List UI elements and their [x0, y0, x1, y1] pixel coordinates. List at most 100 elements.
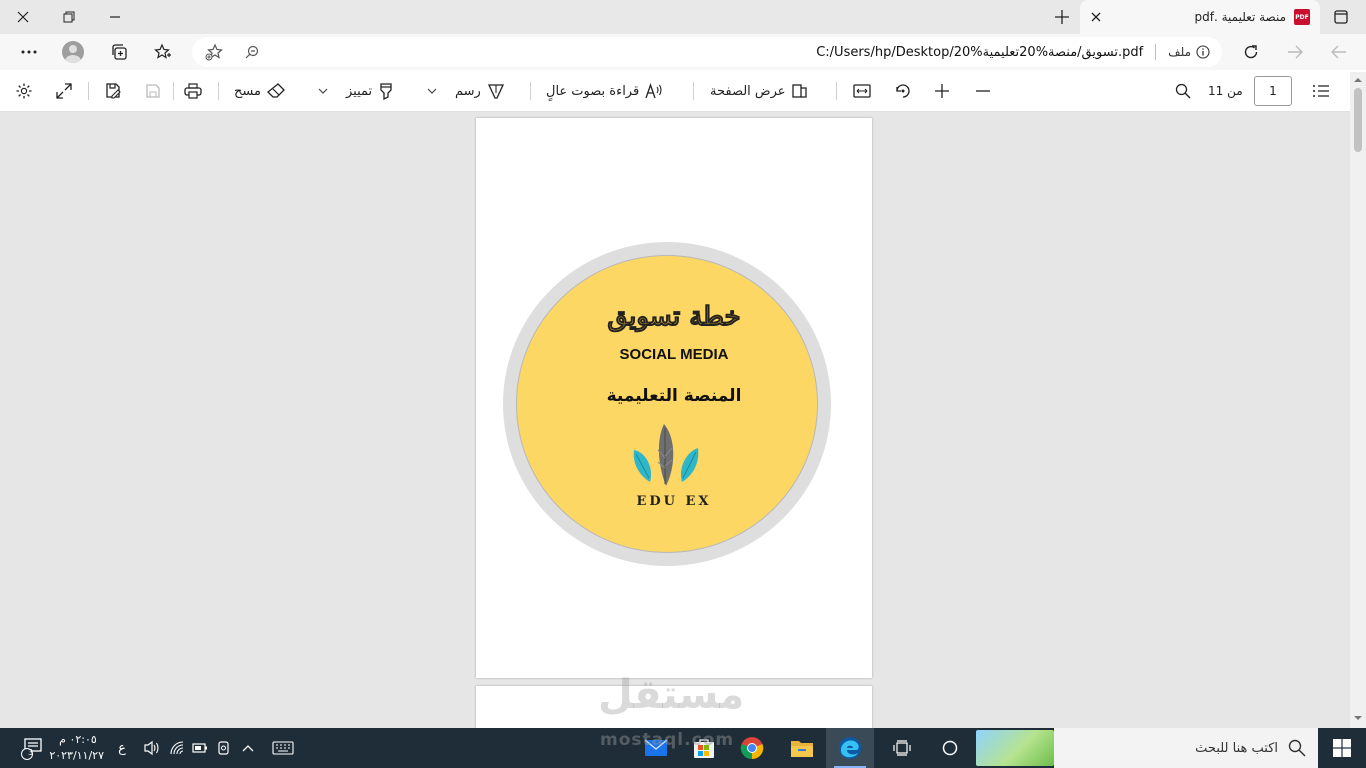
- refresh-icon: [1244, 45, 1258, 59]
- pdf-settings-button[interactable]: [11, 79, 37, 103]
- action-center-button[interactable]: 3: [12, 728, 52, 768]
- taskbar-search[interactable]: اكتب هنا للبحث: [1054, 728, 1318, 768]
- favorites-button[interactable]: [148, 38, 178, 66]
- file-label: ملف: [1168, 45, 1191, 59]
- folder-icon: [791, 741, 813, 757]
- battery-button[interactable]: [188, 728, 212, 768]
- draw-button[interactable]: رسم: [455, 79, 505, 103]
- tab-actions-button[interactable]: [1328, 5, 1354, 29]
- tab-actions-icon: [1334, 10, 1348, 24]
- zoom-in-button[interactable]: [929, 79, 955, 103]
- highlight-button[interactable]: تمييز: [346, 79, 394, 103]
- watermark-arabic: مستقل: [598, 672, 745, 718]
- page-view-button[interactable]: عرض الصفحة: [710, 79, 808, 103]
- clock[interactable]: ٠٢:٠٥ م ٢٠٢٣/١١/٢٧: [49, 732, 104, 764]
- avatar: [62, 41, 84, 63]
- read-aloud-button[interactable]: قراءة بصوت عالٍ: [546, 79, 663, 103]
- scrollbar-thumb[interactable]: [1354, 88, 1362, 152]
- taskbar-chrome[interactable]: [728, 728, 776, 768]
- full-screen-button[interactable]: [51, 79, 77, 103]
- tab-close-button[interactable]: [1086, 7, 1106, 27]
- restore-icon: [63, 11, 75, 23]
- input-language-button[interactable]: ع: [110, 728, 134, 768]
- keyboard-icon: [272, 741, 294, 755]
- add-favorite-button[interactable]: [202, 42, 226, 62]
- scroll-up-icon[interactable]: [1354, 76, 1362, 84]
- pdf-viewer[interactable]: خطة تسويق SOCIAL MEDIA المنصة التعليمية …: [0, 112, 1366, 728]
- erase-label: مسح: [234, 83, 261, 99]
- save-icon: [146, 84, 160, 98]
- page-count: من 11: [1208, 84, 1243, 98]
- show-hidden-icons-button[interactable]: [236, 728, 260, 768]
- collections-button[interactable]: [104, 38, 134, 66]
- save-button[interactable]: [140, 79, 166, 103]
- refresh-button[interactable]: [1236, 38, 1266, 66]
- zoom-out-icon: [245, 45, 259, 59]
- new-tab-button[interactable]: [1050, 5, 1074, 29]
- toolbar-separator: [530, 82, 531, 100]
- url-text[interactable]: C:/Users/hp/Desktop/20%تسويق/منصة%20تعلي…: [816, 45, 1143, 60]
- tab-pdf[interactable]: PDF منصة تعليمية .pdf: [1080, 0, 1320, 34]
- toolbar-separator: [88, 82, 89, 100]
- notification-count: 3: [28, 748, 34, 757]
- read-aloud-label: قراءة بصوت عالٍ: [546, 83, 640, 99]
- zoom-out-button[interactable]: [970, 79, 996, 103]
- draw-options-button[interactable]: [419, 79, 445, 103]
- window-minimize-button[interactable]: [92, 0, 138, 34]
- page-view-label: عرض الصفحة: [710, 83, 786, 99]
- touch-keyboard-button[interactable]: [266, 728, 300, 768]
- taskbar-edge[interactable]: [826, 728, 874, 768]
- chevron-down-icon: [427, 88, 437, 94]
- settings-and-more-button[interactable]: [14, 38, 44, 66]
- feather-leaves-logo-icon: [633, 424, 699, 486]
- close-icon: [1091, 12, 1101, 22]
- fit-to-width-button[interactable]: [849, 79, 875, 103]
- search-icon: [1175, 83, 1191, 99]
- save-as-button[interactable]: [100, 79, 126, 103]
- chevron-down-icon: [318, 88, 328, 94]
- erase-button[interactable]: مسح: [234, 79, 285, 103]
- save-as-icon: [106, 83, 121, 99]
- toolbar-separator: [173, 82, 174, 100]
- draw-label: رسم: [455, 83, 481, 99]
- start-button[interactable]: [1318, 728, 1366, 768]
- star-add-icon: [205, 43, 223, 61]
- news-widget[interactable]: [976, 730, 1054, 766]
- page-number-input[interactable]: 1: [1254, 76, 1292, 106]
- toolbar-separator: [218, 82, 219, 100]
- volume-button[interactable]: [140, 728, 164, 768]
- pdf-toolbar: مسح تمييز رسم قراءة بصوت عالٍ عرض الصفحة: [0, 70, 1366, 112]
- forward-button[interactable]: [1280, 38, 1310, 66]
- address-bar[interactable]: ملف C:/Users/hp/Desktop/20%تسويق/منصة%20…: [192, 37, 1222, 67]
- volume-icon: [144, 740, 159, 756]
- more-icon: [21, 50, 37, 54]
- back-button[interactable]: [1324, 38, 1354, 66]
- rotate-button[interactable]: [890, 79, 916, 103]
- vertical-scrollbar[interactable]: [1350, 72, 1366, 728]
- network-button[interactable]: [166, 728, 190, 768]
- window-close-button[interactable]: [0, 0, 46, 34]
- table-of-contents-button[interactable]: [1308, 79, 1334, 103]
- contents-list-icon: [1313, 85, 1329, 97]
- task-view-icon: [893, 740, 911, 756]
- page-view-icon: [791, 84, 807, 98]
- zoom-button[interactable]: [240, 42, 264, 62]
- favorites-icon: [154, 43, 171, 59]
- cortana-button[interactable]: [932, 728, 968, 768]
- profile-button[interactable]: [58, 38, 88, 66]
- find-button[interactable]: [1170, 79, 1196, 103]
- scroll-down-icon[interactable]: [1354, 714, 1362, 722]
- highlight-options-button[interactable]: [310, 79, 336, 103]
- task-view-button[interactable]: [884, 728, 920, 768]
- clock-date: ٢٠٢٣/١١/٢٧: [49, 749, 104, 762]
- collections-icon: [112, 44, 127, 60]
- battery-icon: [192, 743, 207, 753]
- print-button[interactable]: [180, 79, 206, 103]
- search-placeholder: اكتب هنا للبحث: [1195, 740, 1278, 756]
- wifi-icon: [170, 741, 184, 755]
- site-info-button[interactable]: ملف: [1168, 45, 1210, 59]
- cortana-icon: [942, 740, 958, 756]
- taskbar-file-explorer[interactable]: [778, 728, 826, 768]
- window-restore-button[interactable]: [46, 0, 92, 34]
- meet-now-button[interactable]: [212, 728, 236, 768]
